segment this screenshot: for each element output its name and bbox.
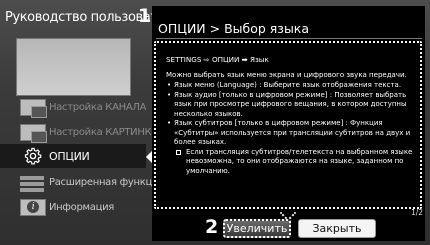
sidebar-item-extended-function[interactable]: Расширенная функция <box>0 171 164 193</box>
preview-thumbnail <box>16 38 131 96</box>
gear-icon <box>20 147 46 165</box>
sidebar-item-picture-sound[interactable]: Настройка КАРТИНКИ, ЗВУКА <box>0 121 196 143</box>
extended-function-icon <box>20 174 46 192</box>
bullet-menu-language: Язык меню (Language) : Выберите язык ото… <box>166 81 414 91</box>
sidebar-item-label: Настройка КАНАЛА <box>49 101 147 113</box>
panel-title: ОПЦИИ > Выбор языка <box>158 21 310 36</box>
bullet-audio-language: Язык аудио [только в цифровом режиме] : … <box>166 91 414 120</box>
help-text: SETTINGS ⇨ ОПЦИИ ➡ Язык Можно выбрать яз… <box>166 55 414 176</box>
gear-icon-svg <box>24 147 42 165</box>
sidebar-item-information[interactable]: i Информация <box>0 196 150 218</box>
close-button[interactable]: Закрыть <box>298 219 376 238</box>
callout-number-1: 1 <box>138 5 152 27</box>
bullet-subtitle-language: Язык субтитров [только в цифровом режиме… <box>166 119 414 148</box>
sidebar-item-label: Расширенная функция <box>49 176 164 188</box>
tv-picture-icon <box>20 123 47 143</box>
zoom-button[interactable]: Увеличить <box>223 219 291 238</box>
note-text: Если трансляция субтитров/телетекста на … <box>166 148 414 177</box>
callout-number-2: 2 <box>205 216 219 238</box>
sidebar-item-label: Информация <box>49 201 115 213</box>
menu-path: SETTINGS ⇨ ОПЦИИ ➡ Язык <box>166 55 269 64</box>
page-indicator: 1/2 <box>411 208 424 217</box>
guide-title: Руководство пользователя <box>5 10 181 25</box>
info-icon: i <box>20 198 46 216</box>
sidebar-item-options[interactable]: ОПЦИИ <box>0 144 146 168</box>
sidebar-item-label: ОПЦИИ <box>49 149 90 163</box>
tv-channel-icon <box>20 98 47 118</box>
intro-text: Можно выбрать язык меню экрана и цифрово… <box>166 70 407 79</box>
title-divider <box>156 38 422 39</box>
sidebar-item-channel-settings[interactable]: Настройка КАНАЛА <box>0 96 150 118</box>
